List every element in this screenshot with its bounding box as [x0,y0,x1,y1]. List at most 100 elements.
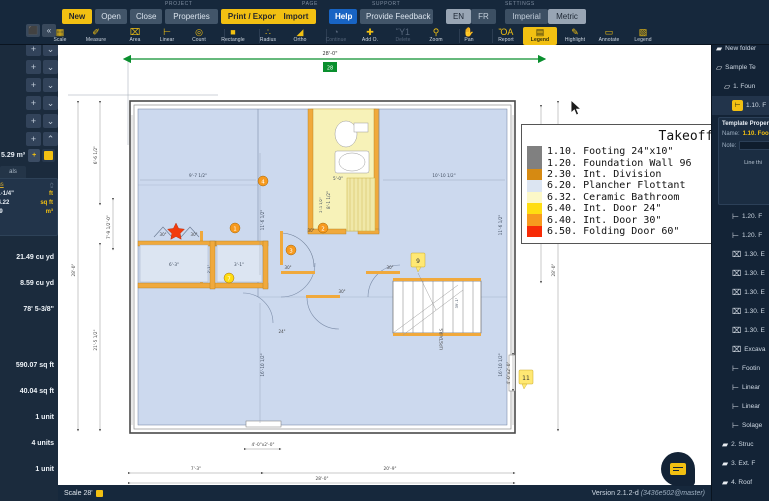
template-item-tmpl-footing[interactable]: ⊢ Footin [712,359,769,378]
count-tool[interactable]: ◎ Count [182,27,216,45]
template-note-input[interactable] [739,141,769,150]
open-button[interactable]: Open [95,9,127,24]
template-item-group-3-ext[interactable]: ▰ 3. Ext. F [712,454,769,473]
legend2-tool[interactable]: ▧ Legend [626,27,660,45]
template-item-group-2-structure[interactable]: ▰ 2. Struc [712,435,769,454]
takeoff-marker[interactable]: 1 [229,222,241,234]
svg-text:8'-1 1/2": 8'-1 1/2" [326,191,331,209]
template-item-sample-templates[interactable]: ▱ Sample Te [712,58,769,77]
template-item-group-4-roof[interactable]: ▰ 4. Roof [712,473,769,492]
takeoff-marker[interactable]: 4 [257,175,269,187]
template-item-tmpl-1-30-b[interactable]: ⌧ 1.30. E [712,264,769,283]
pan-icon: ✋ [463,27,475,37]
scale-status[interactable]: Scale 28' [64,489,103,497]
template-item-foundation-group[interactable]: ▱ 1. Foun [712,77,769,96]
add-item-button[interactable]: + [26,60,41,74]
tool-label: Legend [634,37,652,43]
chevron-toggle-icon[interactable]: ⌄ [43,114,58,128]
template-item-tmpl-1-20-a[interactable]: ⊢ 1.20. F [712,207,769,226]
marker-id: 7 [227,277,231,283]
svg-text:11: 11 [522,375,530,382]
left-panel: +⌄+⌄+⌄+⌄+⌄+⌃ 5.29 m³ + als tions ⮸ 2' 1-… [0,21,58,501]
add-item-button[interactable]: + [26,96,41,110]
template-item-tmpl-solage[interactable]: ⊢ Solage [712,416,769,435]
tool-label: Count [192,37,206,43]
add-item-button[interactable]: + [26,114,41,128]
svg-text:6'-3": 6'-3" [169,262,179,267]
chevron-toggle-icon[interactable]: ⌄ [43,60,58,74]
legend-color-swatch [527,225,542,238]
drawing-canvas[interactable]: 28'-0" 28 UPSTAIRS 28'-0" 6'-6 1/2" 7'-9… [58,45,711,485]
units-metric-button[interactable]: Metric [548,9,586,24]
options-link[interactable]: tions [0,182,53,188]
svg-text:11'-6 1/2": 11'-6 1/2" [260,210,265,231]
highlight-tool[interactable]: ✎ Highlight [558,27,592,45]
units-imperial-button[interactable]: Imperial [505,9,548,24]
chat-support-button[interactable] [661,452,695,486]
close-button[interactable]: Close [130,9,162,24]
legend-row: 6.50. Folding Door 60" [522,225,711,238]
template-item-tmpl-1-10-footing[interactable]: ⊢ 1.10. F [712,96,769,115]
legend-tool[interactable]: ▤ Legend [523,27,557,45]
linear-tool[interactable]: ⊢ Linear [150,27,184,45]
chevron-toggle-icon[interactable]: ⌄ [43,78,58,92]
add-o-tool[interactable]: ✚ Add O. [353,27,387,45]
radius-tool[interactable]: ∴ Radius [251,27,285,45]
takeoff-legend[interactable]: Takeoff L 1.10. Footing 24"x10"1.20. Fou… [521,124,711,244]
pin-icon[interactable]: ⮸ [49,182,54,193]
area-tool[interactable]: ⌧ Area [118,27,152,45]
svg-text:4'-0"x2'-0": 4'-0"x2'-0" [506,362,512,385]
template-item-tmpl-1-30-d[interactable]: ⌧ 1.30. E [712,302,769,321]
zoom-tool[interactable]: ⚲ Zoom [419,27,453,45]
takeoff-marker[interactable]: 3 [285,244,297,256]
provide-feedback-button[interactable]: Provide Feedback [360,9,433,24]
svg-text:28'-0": 28'-0" [551,264,557,277]
measurement-value: 224.22 [0,200,10,206]
ribbon-group-label: SETTINGS [505,1,535,7]
package-icon[interactable] [42,148,56,162]
result-value: 1 unit [35,466,54,473]
chevron-toggle-icon[interactable]: ⌄ [43,96,58,110]
upstairs-label: UPSTAIRS [439,328,445,350]
takeoff-marker[interactable]: 2 [317,222,329,234]
template-item-tmpl-1-20-b[interactable]: ⊢ 1.20. F [712,226,769,245]
lang-en-button[interactable]: EN [446,9,471,24]
pan-tool[interactable]: ✋ Pan [452,27,486,45]
measurement-row: 2' 1-1/4"ft [0,191,53,197]
report-tool[interactable]: ὌA Report [489,27,523,45]
marker-id: 1 [233,227,237,233]
scale-color-swatch[interactable] [95,489,103,497]
lang-fr-button[interactable]: FR [471,9,496,24]
add-item-button[interactable]: + [26,132,41,146]
template-item-tmpl-1-30-c[interactable]: ⌧ 1.30. E [712,283,769,302]
template-item-tmpl-excavation[interactable]: ⌧ Excava [712,340,769,359]
rectangle-tool[interactable]: ■ Rectangle [216,27,250,45]
left-panel-amount-row: 5.29 m³ + [0,147,58,163]
new-button[interactable]: New [62,9,92,24]
template-item-tmpl-1-30-e[interactable]: ⌧ 1.30. E [712,321,769,340]
page-icon[interactable]: ⬛ [26,24,40,37]
takeoff-marker[interactable]: 7 [223,272,235,284]
chevron-toggle-icon[interactable]: ⌃ [43,132,58,146]
template-properties-title: Template Properti [722,121,769,127]
measure-tool[interactable]: ✐ Measure [79,27,113,45]
add-item-button[interactable]: + [26,78,41,92]
template-item-tmpl-linear-a[interactable]: ⊢ Linear [712,378,769,397]
tool-label: Rectangle [221,37,245,43]
floor-plan-drawing: 28'-0" 28 UPSTAIRS 28'-0" 6'-6 1/2" 7'-9… [68,51,560,485]
template-item-tmpl-1-30-a[interactable]: ⌧ 1.30. E [712,245,769,264]
properties-button[interactable]: Properties [165,9,218,24]
template-item-label: 1.20. F [741,213,763,220]
ortho-tool[interactable]: ◢ Ortho [283,27,317,45]
help-button[interactable]: Help [329,9,357,24]
template-item-tmpl-linear-b[interactable]: ⊢ Linear [712,397,769,416]
svg-text:30": 30" [191,232,198,237]
amount-add-button[interactable]: + [28,148,41,162]
annotate-tool[interactable]: ▭ Annotate [592,27,626,45]
svg-text:3'-1": 3'-1" [234,262,244,267]
linear-icon: ⊢ [732,100,743,111]
materials-tab[interactable]: als [0,166,26,178]
import-button[interactable]: Import [276,9,316,24]
legend-row: 6.40. Int. Door 24" [522,202,711,215]
collapse-left-panel-button[interactable]: « [42,24,56,37]
